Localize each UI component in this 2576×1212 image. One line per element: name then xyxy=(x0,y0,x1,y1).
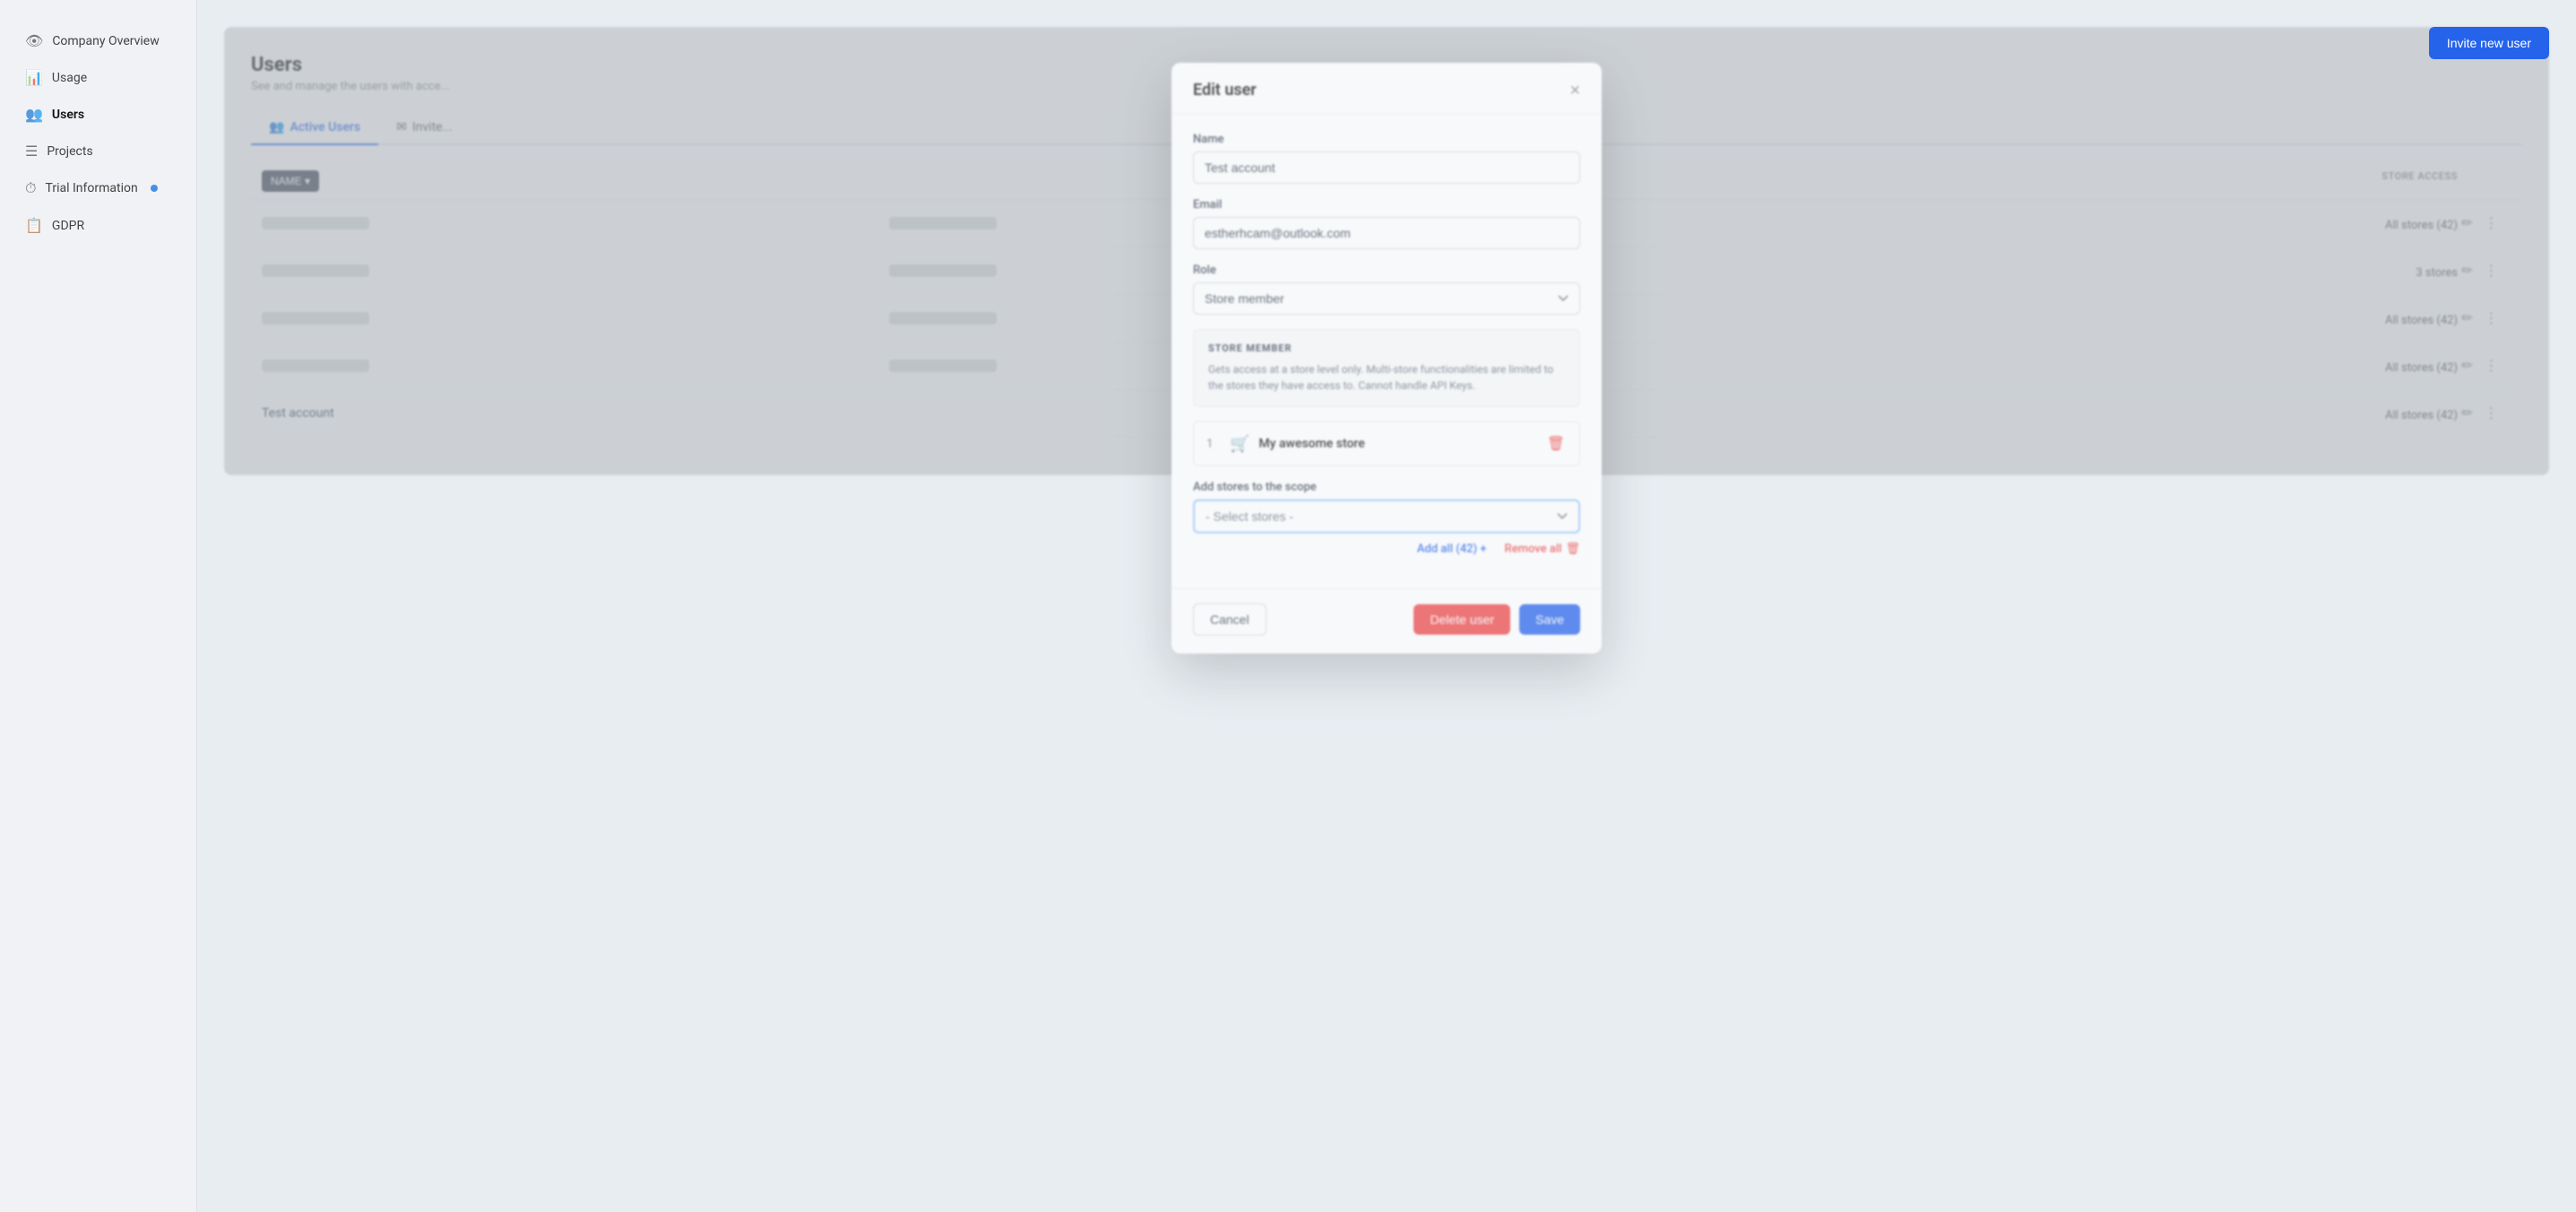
sidebar-item-trial-information[interactable]: ⏱ Trial Information xyxy=(7,170,189,206)
gdpr-icon: 📋 xyxy=(25,217,43,234)
add-all-link[interactable]: Add all (42) + xyxy=(1417,542,1487,556)
delete-user-button[interactable]: Delete user xyxy=(1413,604,1510,635)
store-item: 1 🛒 My awesome store 🗑 xyxy=(1193,421,1580,466)
add-stores-label: Add stores to the scope xyxy=(1193,480,1580,494)
sidebar-item-company-overview[interactable]: 👁 Company Overview xyxy=(7,23,189,58)
sidebar-item-projects[interactable]: ☰ Projects xyxy=(7,134,189,169)
sidebar-item-gdpr[interactable]: 📋 GDPR xyxy=(7,208,189,243)
sidebar: 👁 Company Overview 📊 Usage 👥 Users ☰ Pro… xyxy=(0,0,197,1212)
store-delete-button[interactable]: 🗑 xyxy=(1545,433,1567,454)
name-label: Name xyxy=(1193,133,1580,146)
role-label: Role xyxy=(1193,264,1580,277)
modal-body: Name Email Role Store member Admin xyxy=(1171,115,1602,588)
main-content: Users See and manage the users with acce… xyxy=(197,0,2576,1212)
sidebar-label-projects: Projects xyxy=(47,144,92,159)
trash-icon: 🗑 xyxy=(1565,542,1580,556)
invite-new-user-button[interactable]: Invite new user xyxy=(2429,27,2549,59)
role-select[interactable]: Store member Admin Owner xyxy=(1193,282,1580,315)
usage-icon: 📊 xyxy=(25,69,43,86)
users-icon: 👥 xyxy=(25,106,43,123)
modal-footer: Cancel Delete user Save xyxy=(1171,588,1602,654)
footer-right-buttons: Delete user Save xyxy=(1413,604,1580,635)
store-number: 1 xyxy=(1206,437,1221,451)
sidebar-item-users[interactable]: 👥 Users xyxy=(7,97,189,132)
role-info-title: STORE MEMBER xyxy=(1208,342,1565,354)
trial-icon: ⏱ xyxy=(25,179,36,197)
sidebar-label-trial: Trial Information xyxy=(45,181,137,195)
sidebar-label-usage: Usage xyxy=(52,71,87,85)
save-button[interactable]: Save xyxy=(1519,604,1580,635)
select-stores-wrapper: - Select stores - xyxy=(1193,499,1580,533)
add-stores-group: Add stores to the scope - Select stores … xyxy=(1193,480,1580,556)
email-label: Email xyxy=(1193,198,1580,212)
remove-all-label: Remove all xyxy=(1505,542,1562,556)
role-info-box: STORE MEMBER Gets access at a store leve… xyxy=(1193,329,1580,407)
projects-icon: ☰ xyxy=(25,143,38,160)
email-field-group: Email xyxy=(1193,198,1580,249)
trial-dot xyxy=(151,185,158,192)
name-field-group: Name xyxy=(1193,133,1580,184)
company-icon: 👁 xyxy=(25,32,43,49)
modal-header: Edit user × xyxy=(1171,63,1602,115)
sidebar-label-company-overview: Company Overview xyxy=(52,34,159,48)
store-icon: 🛒 xyxy=(1230,435,1249,454)
cancel-button[interactable]: Cancel xyxy=(1193,603,1266,636)
stores-actions: Add all (42) + Remove all 🗑 xyxy=(1193,542,1580,556)
name-input[interactable] xyxy=(1193,152,1580,184)
users-page-background: Users See and manage the users with acce… xyxy=(224,27,2549,475)
sidebar-label-users: Users xyxy=(52,108,84,122)
select-stores-dropdown[interactable]: - Select stores - xyxy=(1193,499,1580,533)
role-info-description: Gets access at a store level only. Multi… xyxy=(1208,361,1565,394)
remove-all-link[interactable]: Remove all 🗑 xyxy=(1505,542,1580,556)
modal-close-button[interactable]: × xyxy=(1569,82,1580,100)
sidebar-item-usage[interactable]: 📊 Usage xyxy=(7,60,189,95)
role-field-group: Role Store member Admin Owner xyxy=(1193,264,1580,315)
stores-list: 1 🛒 My awesome store 🗑 xyxy=(1193,421,1580,466)
sidebar-label-gdpr: GDPR xyxy=(52,219,84,233)
modal-title: Edit user xyxy=(1193,81,1257,100)
email-input[interactable] xyxy=(1193,217,1580,249)
edit-user-modal: Edit user × Name Email xyxy=(1171,63,1602,654)
store-name: My awesome store xyxy=(1258,437,1535,451)
modal-overlay: Edit user × Name Email xyxy=(224,27,2549,475)
